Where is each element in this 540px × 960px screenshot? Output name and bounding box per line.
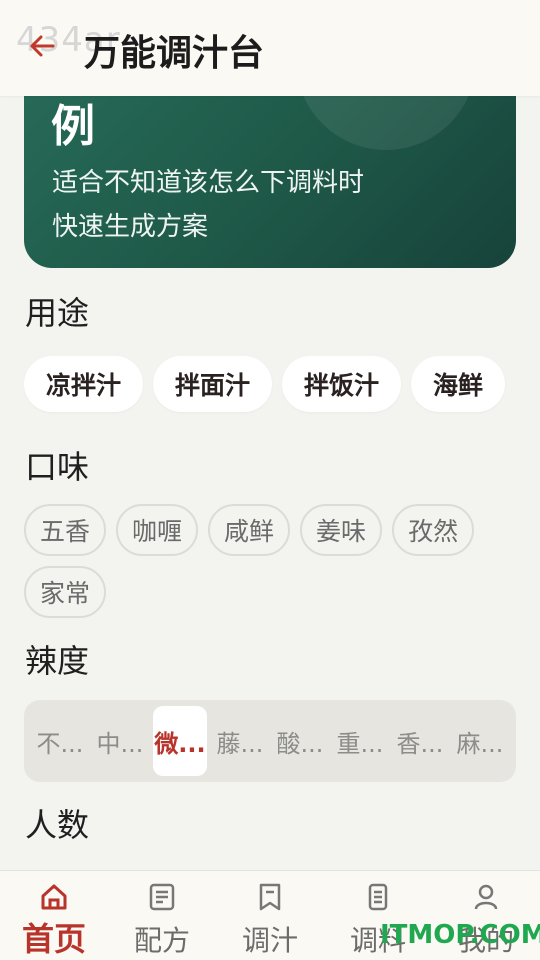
nav-item-recipe[interactable]: 配方	[108, 871, 216, 960]
back-button[interactable]	[24, 28, 60, 64]
nav-label: 首页	[21, 920, 86, 958]
flavor-chip[interactable]: 孜然	[392, 504, 475, 556]
flavor-chip[interactable]: 咸鲜	[208, 504, 291, 556]
spice-option-selected[interactable]: 微...	[153, 706, 207, 776]
spice-option[interactable]: 中...	[90, 706, 150, 776]
spice-option[interactable]: 酸...	[270, 706, 330, 776]
spice-option[interactable]: 不...	[30, 706, 90, 776]
flavor-chip-list: 五香 咖喱 咸鲜 姜味 孜然 家常	[24, 504, 516, 618]
people-section-label: 人数	[25, 806, 90, 844]
spice-option[interactable]: 麻...	[450, 706, 510, 776]
nav-item-home[interactable]: 首页	[0, 871, 108, 960]
bookmark-icon	[254, 881, 286, 913]
profile-icon	[470, 881, 502, 913]
flavor-chip[interactable]: 家常	[24, 566, 107, 618]
usage-chip[interactable]: 海鲜	[411, 356, 506, 412]
banner-description-line1: 适合不知道该怎么下调料时	[52, 168, 365, 198]
jar-icon	[362, 881, 394, 913]
usage-chip[interactable]: 拌面汁	[153, 356, 273, 412]
banner-heading: 例	[51, 101, 95, 152]
spice-level-selector: 不... 中... 微... 藤... 酸... 重... 香... 麻...	[24, 700, 516, 782]
nav-label: 调汁	[241, 924, 298, 957]
page-title: 万能调汁台	[84, 33, 265, 74]
usage-section-label: 用途	[25, 294, 90, 332]
top-bar: 434ar 万能调汁台	[0, 0, 540, 96]
spice-option[interactable]: 藤...	[210, 706, 270, 776]
usage-chip[interactable]: 凉拌汁	[24, 356, 144, 412]
recipe-icon	[146, 881, 178, 913]
spice-option[interactable]: 香...	[390, 706, 450, 776]
spice-option[interactable]: 重...	[330, 706, 390, 776]
back-arrow-icon	[30, 35, 55, 57]
usage-chip-list[interactable]: 凉拌汁 拌面汁 拌饭汁 海鲜	[24, 356, 516, 416]
spice-section-label: 辣度	[25, 642, 90, 680]
nav-label: 配方	[133, 924, 190, 957]
flavor-chip[interactable]: 五香	[24, 504, 107, 556]
flavor-section-label: 口味	[25, 448, 90, 486]
banner-description-line2: 快速生成方案	[52, 212, 209, 242]
brand-watermark: ITMOP.COM	[380, 920, 540, 950]
usage-chip[interactable]: 拌饭汁	[282, 356, 402, 412]
nav-item-sauce[interactable]: 调汁	[216, 871, 324, 960]
flavor-chip[interactable]: 咖喱	[116, 504, 199, 556]
flavor-chip[interactable]: 姜味	[300, 504, 383, 556]
home-icon	[38, 881, 70, 912]
